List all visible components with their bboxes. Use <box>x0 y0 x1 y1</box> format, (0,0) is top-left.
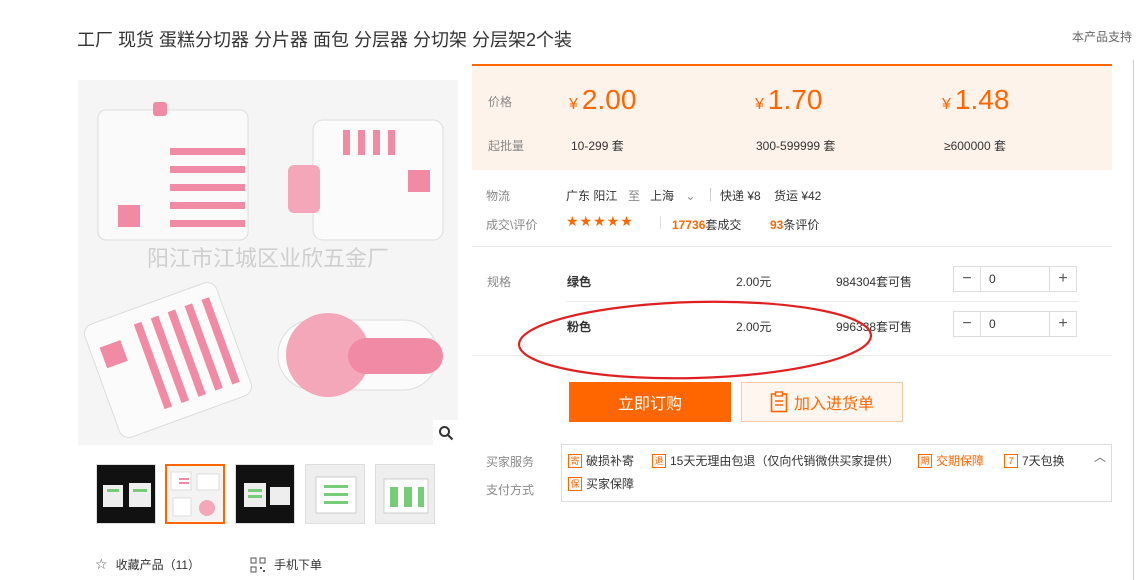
service-item[interactable]: 寄 破损补寄 <box>568 452 634 469</box>
mobile-order[interactable]: 手机下单 <box>250 556 322 573</box>
thumbnail[interactable] <box>235 464 295 524</box>
exchange-icon: 7 <box>1004 453 1018 468</box>
review-count-value: 93 <box>770 218 784 232</box>
magnifier-icon <box>439 426 454 441</box>
main-product-image[interactable]: 阳江市江城区业欣五金厂 <box>78 80 458 445</box>
thumbnail-image <box>376 465 434 523</box>
add-to-cart-button[interactable]: 加入进货单 <box>741 382 903 422</box>
moq-label: 起批量 <box>488 139 525 153</box>
ship-to-select[interactable]: 上海 ⌄ <box>650 187 695 204</box>
spec-label: 规格 <box>487 275 512 289</box>
price-label: 价格 <box>488 95 513 109</box>
star-outline-icon: ☆ <box>95 556 108 572</box>
scrollbar-divider <box>1133 60 1134 580</box>
image-watermark: 阳江市江城区业欣五金厂 <box>147 247 389 272</box>
annotation-ellipse <box>517 300 873 380</box>
service-item[interactable]: 退 15天无理由包退（仅向代销微供买家提供） <box>652 452 899 469</box>
express-fee: 快递 ¥8 <box>720 189 761 203</box>
favorite-label: 收藏产品（11） <box>115 558 201 572</box>
zoom-button[interactable] <box>433 420 459 446</box>
chevron-down-icon: ⌄ <box>685 189 696 203</box>
quantity-stepper[interactable]: − 0 + <box>953 311 1077 337</box>
thumbnail[interactable] <box>305 464 365 524</box>
freight-fee: 货运 ¥42 <box>774 189 822 203</box>
service-text: 7天包换 <box>1022 454 1065 468</box>
thumbnail[interactable] <box>96 464 156 524</box>
service-item[interactable]: 期 交期保障 <box>918 452 984 469</box>
deals-label: 成交\评价 <box>486 218 538 232</box>
plus-button[interactable]: + <box>1049 267 1076 291</box>
product-photo: 阳江市江城区业欣五金厂 <box>78 80 458 445</box>
price-tier-1: ¥2.00 <box>569 84 636 116</box>
deal-count-suffix: 套成交 <box>705 218 742 232</box>
deal-count[interactable]: 17736套成交 <box>672 216 741 233</box>
shield-icon: 保 <box>568 476 582 491</box>
payment-label: 支付方式 <box>486 483 535 497</box>
qrcode-icon <box>250 557 266 572</box>
buyer-service-label: 买家服务 <box>486 455 535 469</box>
thumbnail-image <box>97 465 155 523</box>
ship-to-value: 上海 <box>650 189 675 203</box>
quantity-stepper[interactable]: − 0 + <box>953 266 1077 292</box>
clipboard-icon <box>770 391 788 413</box>
spec-stock: 984304套可售 <box>836 275 913 289</box>
thumbnail-image <box>306 465 364 523</box>
thumbnail-selected[interactable] <box>165 464 225 524</box>
buy-now-label: 立即订购 <box>617 396 682 413</box>
price-value: 1.48 <box>954 84 1010 115</box>
thumbnail-image <box>167 466 223 522</box>
deal-count-value: 17736 <box>672 218 706 232</box>
review-count-suffix: 条评价 <box>783 218 820 232</box>
moq-range-3: ≥600000 套 <box>944 139 1006 153</box>
price-panel <box>472 64 1112 170</box>
favorite-product[interactable]: ☆ 收藏产品（11） <box>95 556 200 573</box>
quantity-input[interactable]: 0 <box>981 267 1049 291</box>
currency-symbol: ¥ <box>942 96 951 113</box>
moq-range-2: 300-599999 套 <box>756 139 836 153</box>
service-text: 交期保障 <box>936 454 985 468</box>
plus-button[interactable]: + <box>1049 312 1076 336</box>
ship-to-word: 至 <box>628 189 641 203</box>
moq-range-1: 10-299 套 <box>571 139 624 153</box>
mobile-label: 手机下单 <box>274 558 323 572</box>
return-icon: 退 <box>652 453 666 468</box>
separator <box>472 246 1112 247</box>
thumbnail-image <box>236 465 294 523</box>
currency-symbol: ¥ <box>755 96 764 113</box>
quantity-input[interactable]: 0 <box>981 312 1049 336</box>
delivery-guarantee-icon: 期 <box>918 453 932 468</box>
minus-button[interactable]: − <box>954 312 981 336</box>
price-tier-3: ¥1.48 <box>942 84 1009 116</box>
currency-symbol: ¥ <box>569 96 578 113</box>
buy-now-button[interactable]: 立即订购 <box>569 382 731 422</box>
review-count[interactable]: 93条评价 <box>770 216 819 233</box>
collapse-chevron-icon[interactable]: ︿ <box>1094 448 1106 465</box>
spec-price: 2.00元 <box>736 275 772 289</box>
service-text: 15天无理由包退（仅向代销微供买家提供） <box>670 454 900 468</box>
price-tier-2: ¥1.70 <box>755 84 822 116</box>
product-title: 工厂 现货 蛋糕分切器 分片器 面包 分层器 分切架 分层架2个装 <box>77 30 573 50</box>
rating-stars: ★★★★★ <box>566 213 634 229</box>
price-value: 2.00 <box>581 84 637 115</box>
minus-button[interactable]: − <box>954 267 981 291</box>
logistics-label: 物流 <box>486 189 511 203</box>
ship-from: 广东 阳江 <box>566 189 618 203</box>
service-item[interactable]: 7 7天包换 <box>1004 452 1065 469</box>
thumbnail[interactable] <box>375 464 435 524</box>
price-value: 1.70 <box>767 84 823 115</box>
service-text: 破损补寄 <box>586 454 635 468</box>
divider <box>710 188 711 201</box>
service-item[interactable]: 保 买家保障 <box>568 475 634 492</box>
package-icon: 寄 <box>568 453 582 468</box>
divider <box>660 216 661 229</box>
spec-name: 绿色 <box>567 275 592 289</box>
add-to-cart-label: 加入进货单 <box>793 396 874 413</box>
support-text: 本产品支持 <box>1072 30 1133 44</box>
service-text: 买家保障 <box>586 477 635 491</box>
